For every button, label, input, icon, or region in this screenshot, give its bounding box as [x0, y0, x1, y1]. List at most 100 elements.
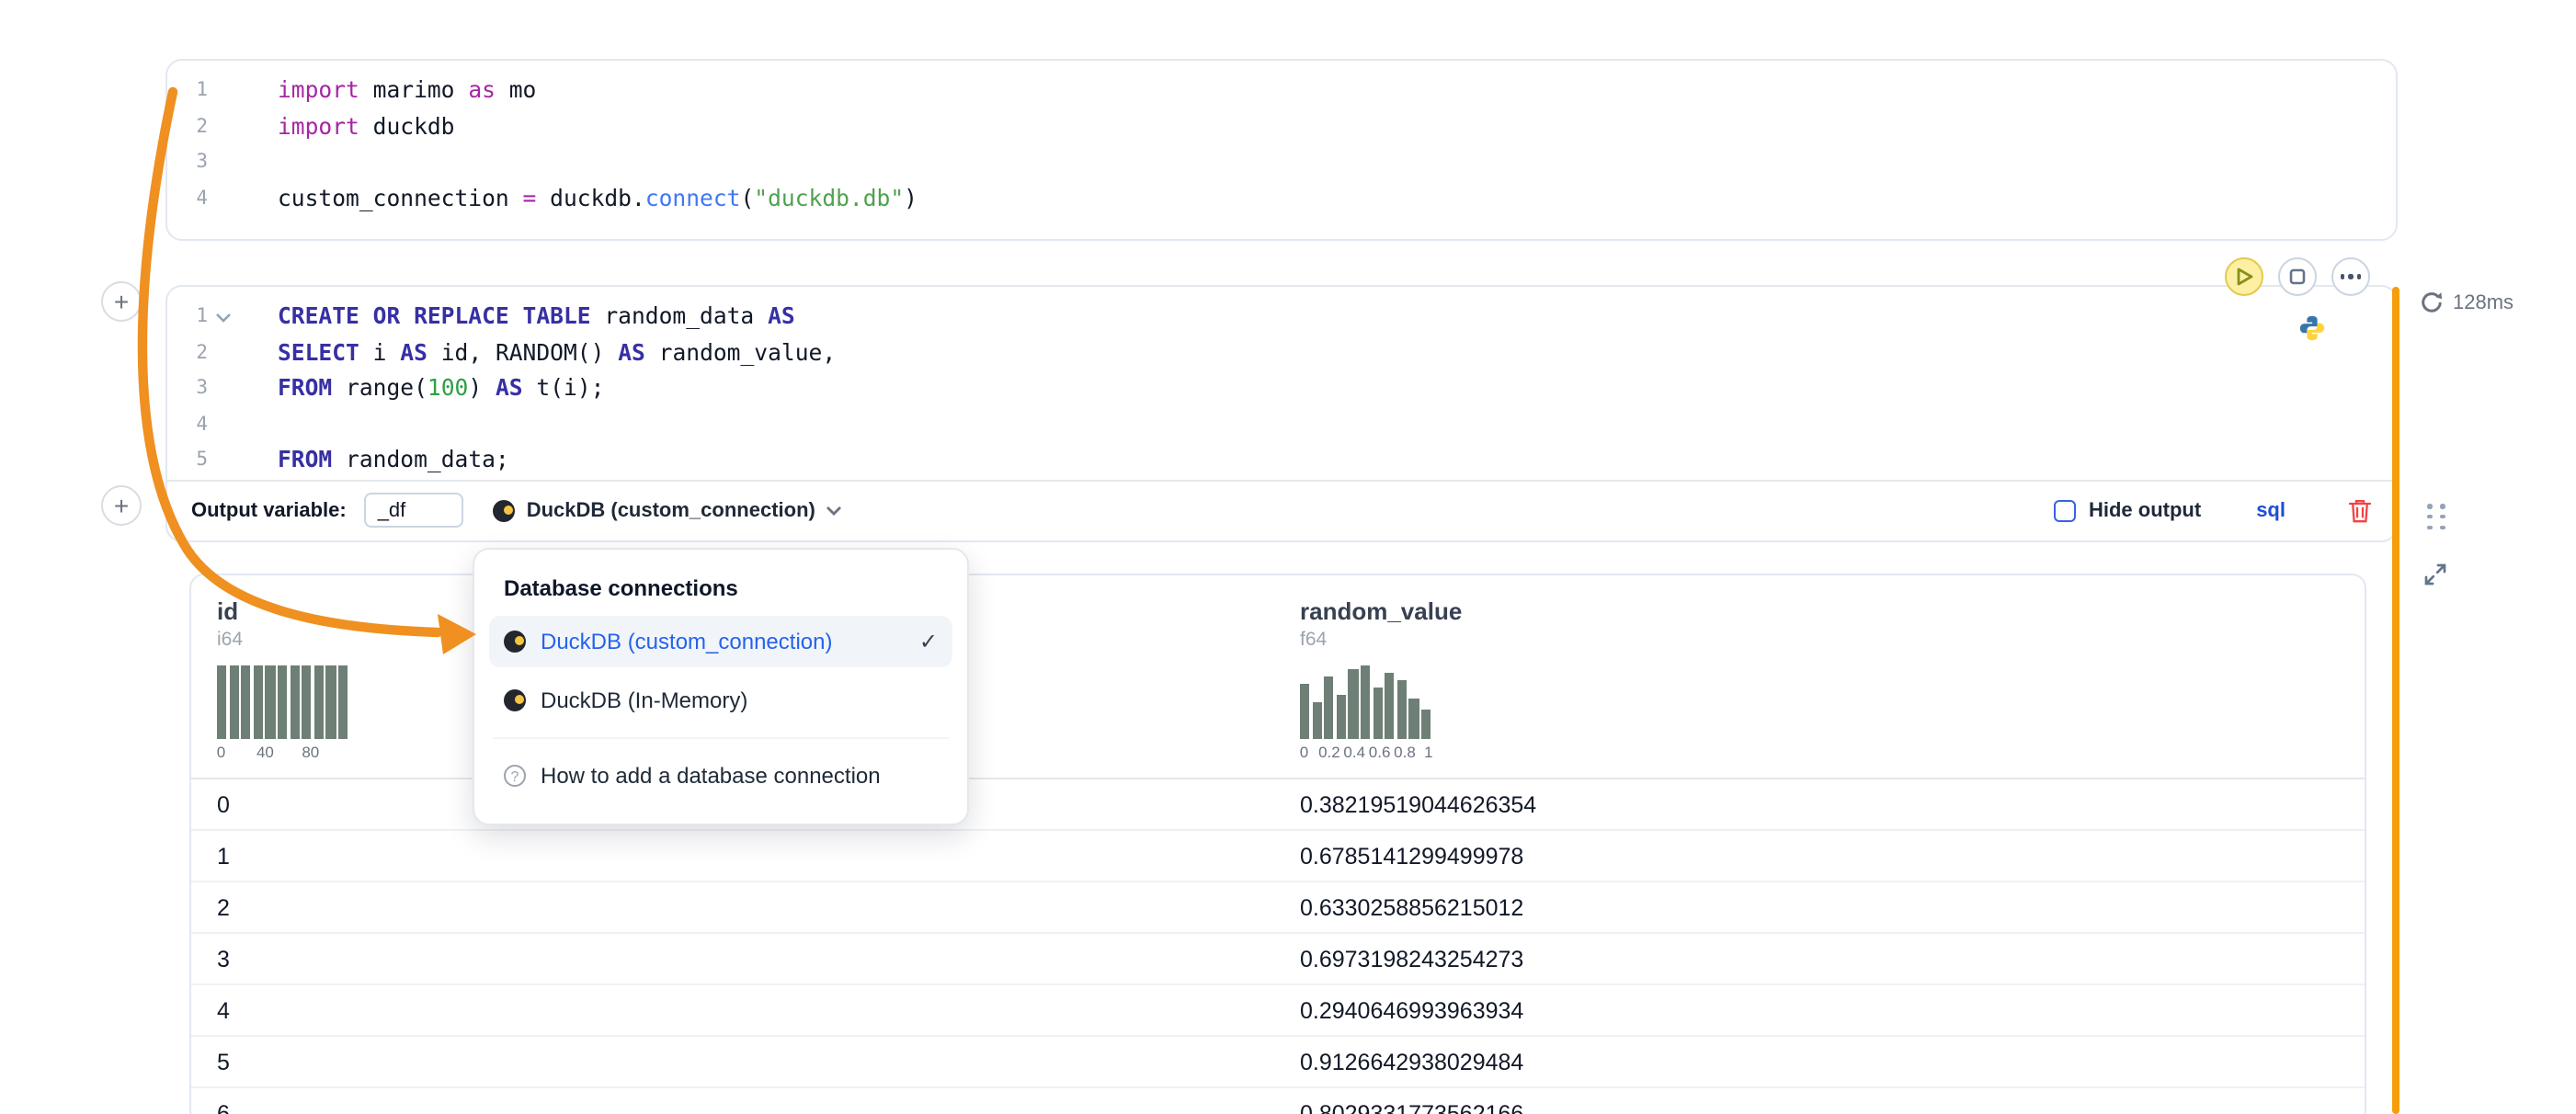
column-dtype: f64	[1300, 629, 2365, 651]
database-connections-dropdown: Database connections DuckDB (custom_conn…	[473, 548, 969, 825]
histogram-bar	[229, 665, 239, 739]
add-cell-button[interactable]: +	[101, 281, 142, 322]
cell-more-options-button[interactable]	[2331, 257, 2370, 296]
fold-chevron-icon[interactable]	[208, 300, 237, 335]
check-icon: ✓	[919, 629, 938, 654]
run-cell-button[interactable]	[2225, 257, 2263, 296]
fold-spacer	[208, 371, 237, 407]
histogram-bar	[241, 665, 251, 739]
fold-spacer	[208, 181, 237, 217]
output-variable-input[interactable]	[365, 494, 464, 529]
stop-cell-button[interactable]	[2278, 257, 2317, 296]
cell-random-value: 0.2940646993963934	[1300, 997, 2365, 1023]
histogram-bar	[278, 665, 288, 739]
python-code-editor[interactable]: 1import marimo as mo2import duckdb34cust…	[167, 74, 2396, 217]
code-line: 1CREATE OR REPLACE TABLE random_data AS	[167, 300, 2396, 335]
output-variable-label: Output variable:	[191, 500, 347, 522]
axis-tick-label: 0.4	[1343, 743, 1365, 761]
code-text: FROM range(100) AS t(i);	[237, 371, 604, 407]
table-row: 30.6973198243254273	[191, 934, 2365, 985]
menu-item[interactable]: DuckDB (custom_connection) ✓	[489, 616, 952, 667]
hide-output-checkbox[interactable]	[2054, 500, 2076, 522]
histogram-bar	[1312, 702, 1322, 739]
duckdb-icon	[504, 631, 526, 653]
cell-random-value: 0.6973198243254273	[1300, 946, 2365, 972]
cell-id: 1	[217, 843, 1300, 869]
language-toggle[interactable]: sql	[2256, 500, 2285, 522]
cell-random-value: 0.6330258856215012	[1300, 894, 2365, 920]
fold-spacer	[208, 145, 237, 181]
cell-id: 5	[217, 1049, 1300, 1074]
column-histogram: 00.20.40.60.81	[1300, 665, 1440, 761]
trash-icon	[2348, 498, 2372, 524]
engine-select-button[interactable]: DuckDB (custom_connection)	[494, 500, 843, 522]
table-row: 40.2940646993963934	[191, 985, 2365, 1037]
table-row: 50.9126642938029484	[191, 1037, 2365, 1088]
line-number: 4	[167, 181, 208, 217]
menu-item-label: DuckDB (In-Memory)	[541, 688, 747, 713]
histogram-bar	[314, 665, 325, 739]
stop-square-icon	[2289, 268, 2306, 285]
chevron-down-icon	[826, 506, 843, 517]
axis-tick-label: 0.6	[1369, 743, 1391, 761]
sql-code-editor[interactable]: 1CREATE OR REPLACE TABLE random_data AS2…	[167, 287, 2396, 479]
cell-random-value: 0.8029331773562166	[1300, 1100, 2365, 1114]
duckdb-icon	[494, 500, 516, 522]
menu-divider	[493, 737, 949, 739]
line-number: 1	[167, 74, 208, 109]
column-histogram: 0 40 80	[217, 665, 357, 761]
cell-random-value: 0.38219519044626354	[1300, 791, 2365, 817]
line-number: 3	[167, 371, 208, 407]
fold-spacer	[208, 335, 237, 371]
cell-random-value: 0.6785141299499978	[1300, 843, 2365, 869]
help-icon: ?	[504, 765, 526, 787]
histogram-bar	[302, 665, 312, 739]
expand-cell-icon[interactable]	[2423, 563, 2447, 596]
cell-id: 2	[217, 894, 1300, 920]
drag-handle-icon[interactable]	[2427, 504, 2447, 529]
code-line: 3 FROM range(100) AS t(i);	[167, 371, 2396, 407]
cell-id: 6	[217, 1100, 1300, 1114]
sql-code-cell[interactable]: 1CREATE OR REPLACE TABLE random_data AS2…	[165, 285, 2398, 542]
delete-cell-button[interactable]	[2348, 498, 2372, 524]
menu-item-label: How to add a database connection	[541, 763, 881, 789]
marimo-notebook-canvas: + + 1import marimo as mo2import duckdb34…	[0, 0, 2576, 1114]
table-row: 60.8029331773562166	[191, 1088, 2365, 1114]
axis-tick-label: 40	[256, 743, 274, 761]
table-body: 00.3821951904462635410.67851412994999782…	[191, 779, 2365, 1114]
histogram-bar	[1397, 680, 1408, 739]
histogram-bar	[1349, 669, 1359, 739]
add-cell-button[interactable]: +	[101, 485, 142, 526]
cell-random-value: 0.9126642938029484	[1300, 1049, 2365, 1074]
column-header-random-value[interactable]: random_value f64 00.20.40.60.81	[1300, 597, 2365, 778]
histogram-bar	[1421, 710, 1431, 739]
refresh-icon	[2420, 290, 2444, 314]
line-number: 2	[167, 335, 208, 371]
menu-item[interactable]: ? How to add a database connection	[489, 750, 952, 801]
menu-item[interactable]: DuckDB (In-Memory)	[489, 675, 952, 726]
line-number: 3	[167, 145, 208, 181]
hide-output-control[interactable]: Hide output	[2054, 500, 2201, 522]
code-text: SELECT i AS id, RANDOM() AS random_value…	[237, 335, 836, 371]
line-number: 1	[167, 300, 208, 335]
code-text	[237, 145, 278, 181]
histogram-bar	[1300, 684, 1310, 739]
cell-runtime-indicator[interactable]: 128ms	[2420, 290, 2513, 314]
histogram-bar	[217, 665, 227, 739]
menu-item-label: DuckDB (custom_connection)	[541, 629, 832, 654]
code-line: 1import marimo as mo	[167, 74, 2396, 109]
axis-tick-label: 0	[217, 743, 225, 761]
axis-tick-label: 1	[1424, 743, 1432, 761]
histogram-bar	[1337, 695, 1347, 739]
line-number: 5	[167, 443, 208, 479]
python-code-cell[interactable]: 1import marimo as mo2import duckdb34cust…	[165, 59, 2398, 241]
histogram-bar	[1385, 673, 1395, 739]
axis-tick-label: 0.8	[1394, 743, 1416, 761]
line-number: 4	[167, 407, 208, 443]
code-text	[237, 407, 278, 443]
play-icon	[2235, 267, 2253, 287]
fold-spacer	[208, 109, 237, 145]
histogram-bar	[326, 665, 336, 739]
column-name: random_value	[1300, 597, 2365, 625]
axis-tick-label: 80	[302, 743, 319, 761]
